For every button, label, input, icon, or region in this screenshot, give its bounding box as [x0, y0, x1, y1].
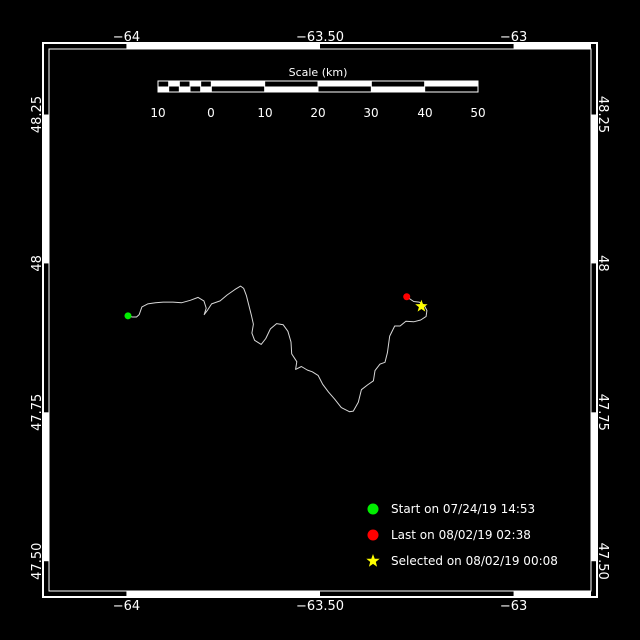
scale-bar-label: 10	[150, 106, 165, 120]
scale-bar-label: 0	[207, 106, 215, 120]
scale-bar-block	[200, 86, 212, 92]
longitude-tick-label: −63	[500, 599, 527, 614]
scale-bar-label: 20	[310, 106, 325, 120]
frame-segment	[513, 591, 591, 597]
latitude-tick-label: 47.50	[30, 543, 45, 580]
scale-bar-label: 40	[417, 106, 432, 120]
scale-bar-label: 10	[257, 106, 272, 120]
longitude-tick-label: −63	[500, 30, 527, 45]
start-marker[interactable]	[124, 312, 132, 320]
longitude-tick-label: −64	[113, 599, 140, 614]
frame-segment	[126, 591, 320, 597]
frame-segment	[591, 114, 597, 264]
latitude-tick-label: 47.75	[595, 394, 610, 431]
longitude-tick-label: −63.50	[296, 30, 344, 45]
latitude-tick-label: 48	[595, 255, 610, 272]
scale-bar-block	[190, 81, 201, 87]
legend-start-label: Start on 07/24/19 14:53	[391, 502, 535, 516]
track-map[interactable]: −64 −63.50 −63 −64 −63.50 −63 47.50 47.75 48 48…	[0, 0, 640, 640]
frame-segment	[591, 412, 597, 562]
map-background	[0, 0, 640, 640]
frame-segment	[43, 114, 49, 264]
frame-segment	[126, 43, 320, 49]
latitude-tick-label: 47.75	[30, 394, 45, 431]
scale-bar-block	[371, 86, 425, 92]
scale-bar-block	[168, 81, 180, 87]
scale-bar-block	[424, 81, 478, 87]
legend-last-icon	[367, 529, 379, 541]
legend-start-icon	[367, 503, 379, 515]
scale-bar-label: 50	[470, 106, 485, 120]
legend: Start on 07/24/19 14:53 Last on 08/02/19…	[366, 502, 558, 568]
latitude-tick-label: 47.50	[595, 543, 610, 580]
last-marker[interactable]	[403, 293, 411, 301]
scale-bar-block	[318, 81, 372, 87]
scale-bar-block	[179, 86, 190, 92]
legend-selected-label: Selected on 08/02/19 00:08	[391, 554, 558, 568]
scale-bar-title: Scale (km)	[289, 66, 348, 79]
longitude-tick-label: −63.50	[296, 599, 344, 614]
latitude-tick-label: 48.25	[595, 96, 610, 133]
longitude-tick-label: −64	[113, 30, 140, 45]
scale-bar-block	[211, 81, 265, 87]
scale-bar-block	[264, 86, 318, 92]
frame-segment	[43, 412, 49, 562]
legend-last-label: Last on 08/02/19 02:38	[391, 528, 531, 542]
latitude-tick-label: 48.25	[30, 96, 45, 133]
scale-bar-block	[158, 86, 169, 92]
latitude-tick-label: 48	[30, 255, 45, 272]
scale-bar-label: 30	[363, 106, 378, 120]
